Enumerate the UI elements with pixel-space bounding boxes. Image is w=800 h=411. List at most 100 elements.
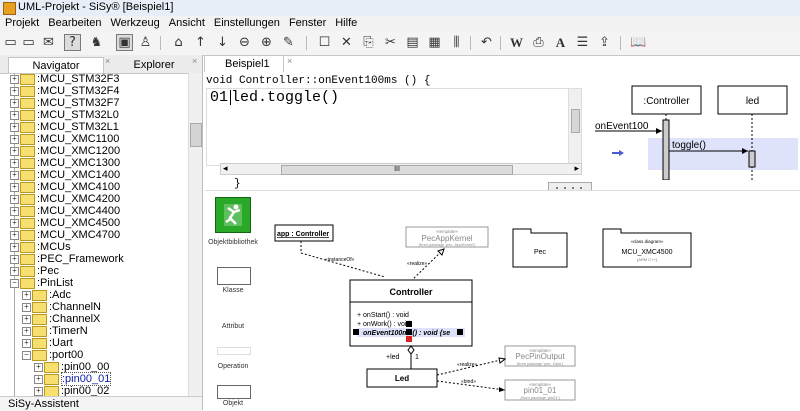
book-icon[interactable]: 📖 [630,34,647,51]
expand-icon[interactable]: + [22,290,31,300]
tree-item[interactable]: +:pin00_01 [34,372,112,386]
mail-icon[interactable]: ✉ [40,34,57,51]
close-icon[interactable]: × [105,56,110,66]
new-icon[interactable]: ▭ [2,34,19,51]
tree-item[interactable]: +:MCU_XMC1400 [10,169,120,181]
tree-item[interactable]: +:TimerN [22,325,88,337]
expand-icon[interactable]: + [10,182,19,192]
up-icon[interactable]: ↑ [192,34,209,51]
expand-icon[interactable]: + [10,230,19,240]
columns-icon[interactable]: ⫼ [448,34,465,51]
copy-icon[interactable]: ⎘ [360,34,377,51]
collapse-icon[interactable]: − [10,278,19,288]
tree-scrollbar[interactable] [188,73,202,396]
menu-fenster[interactable]: Fenster [289,16,326,31]
tree-item[interactable]: +:ChannelN [22,301,101,313]
bold-icon[interactable]: W [508,34,525,51]
scroll-thumb[interactable]: III [281,165,513,175]
tree-item[interactable]: +:PEC_Framework [10,253,124,265]
expand-icon[interactable]: + [34,362,43,372]
cut-icon[interactable]: ✕ [338,34,355,51]
expand-icon[interactable]: + [10,194,19,204]
resize-handle-active[interactable] [406,336,412,342]
find-icon[interactable]: ♞ [88,34,105,51]
code-hscroll[interactable]: ◂ III ▸ [220,163,582,175]
collapse-icon[interactable]: − [22,350,31,360]
font-icon[interactable]: A [552,34,569,51]
tree-item[interactable]: +:MCU_STM32L0 [10,109,119,121]
package-pec[interactable] [512,228,568,268]
window-icon[interactable]: ▣ [116,34,133,51]
list-icon[interactable]: ☰ [574,34,591,51]
down-icon[interactable]: ↓ [214,34,231,51]
tree-item[interactable]: +:MCU_XMC1300 [10,157,120,169]
tree-item[interactable]: +:MCU_XMC4500 [10,217,120,229]
tree-item[interactable]: +:MCU_XMC1200 [10,145,120,157]
tab-explorer[interactable]: Explorer [112,57,196,73]
user-icon[interactable]: ♙ [137,34,154,51]
open-icon[interactable]: ▭ [20,34,37,51]
object-library-icon[interactable] [215,197,251,233]
page-icon[interactable]: ☐ [316,34,333,51]
tab-navigator[interactable]: Navigator [8,57,104,73]
menu-hilfe[interactable]: Hilfe [335,16,357,31]
expand-icon[interactable]: + [10,74,19,84]
expand-icon[interactable]: + [10,134,19,144]
scroll-thumb[interactable] [571,109,580,133]
tree-item[interactable]: +:MCU_XMC4100 [10,181,120,193]
expand-icon[interactable]: + [22,314,31,324]
operation-onwork[interactable]: + onWork() : void [357,321,410,328]
edit-icon[interactable]: ✎ [280,34,297,51]
resize-handle[interactable] [353,329,359,335]
tree-item[interactable]: +:MCUs [10,241,71,253]
expand-icon[interactable]: + [22,302,31,312]
expand-icon[interactable]: + [22,326,31,336]
expand-icon[interactable]: + [22,338,31,348]
expand-icon[interactable]: + [10,206,19,216]
palette-objekt[interactable] [217,385,251,399]
tree-item[interactable]: −:port00 [22,349,83,361]
menu-projekt[interactable]: Projekt [5,16,39,31]
scroll-left-icon[interactable]: ◂ [223,163,228,174]
tree-item[interactable]: +:MCU_STM32F4 [10,85,120,97]
undo-icon[interactable]: ↶ [478,34,495,51]
tree-item[interactable]: +:MCU_XMC4400 [10,205,120,217]
resize-handle[interactable] [457,329,463,335]
scroll-thumb[interactable] [190,123,202,147]
tree-item[interactable]: +:MCU_XMC4200 [10,193,120,205]
close-icon[interactable]: × [192,56,197,66]
expand-icon[interactable]: + [10,170,19,180]
menu-bearbeiten[interactable]: Bearbeiten [48,16,101,31]
code-line[interactable]: led.toggle() [231,89,339,106]
expand-icon[interactable]: + [10,254,19,264]
tree-item[interactable]: +:Adc [22,289,71,301]
palette-klasse[interactable] [217,267,251,285]
menu-ansicht[interactable]: Ansicht [169,16,205,31]
expand-icon[interactable]: + [10,158,19,168]
tree-item[interactable]: +:Uart [22,337,73,349]
zoom-in-icon[interactable]: ⊕ [258,34,275,51]
code-vscroll[interactable] [568,89,581,163]
close-icon[interactable]: × [287,56,292,66]
paste-icon[interactable]: ✂ [382,34,399,51]
tree-item[interactable]: +:MCU_XMC4700 [10,229,120,241]
help-icon[interactable]: ? [64,34,81,51]
expand-icon[interactable]: + [10,122,19,132]
assistant-tab[interactable]: SiSy-Assistent [0,396,202,411]
tree-item[interactable]: +:MCU_XMC1100 [10,133,119,145]
menu-werkzeug[interactable]: Werkzeug [110,16,159,31]
home-icon[interactable]: ⌂ [170,34,187,51]
print-icon[interactable]: ⎙ [530,34,547,51]
resize-handle[interactable] [406,321,412,327]
code-editor[interactable]: 01 led.toggle() [206,88,582,166]
tree-item[interactable]: −:PinList [10,277,73,289]
table-icon[interactable]: ▤ [404,34,421,51]
tree-item[interactable]: +:ChannelX [22,313,100,325]
expand-icon[interactable]: + [34,386,43,396]
expand-icon[interactable]: + [10,98,19,108]
tab-beispiel1[interactable]: Beispiel1 [204,55,284,72]
sequence-diagram[interactable]: :Controller led onEvent100 toggle() [592,78,800,180]
expand-icon[interactable]: + [10,110,19,120]
tree-item[interactable]: +:MCU_STM32F7 [10,97,120,109]
tree-item[interactable]: +:MCU_STM32L1 [10,121,119,133]
